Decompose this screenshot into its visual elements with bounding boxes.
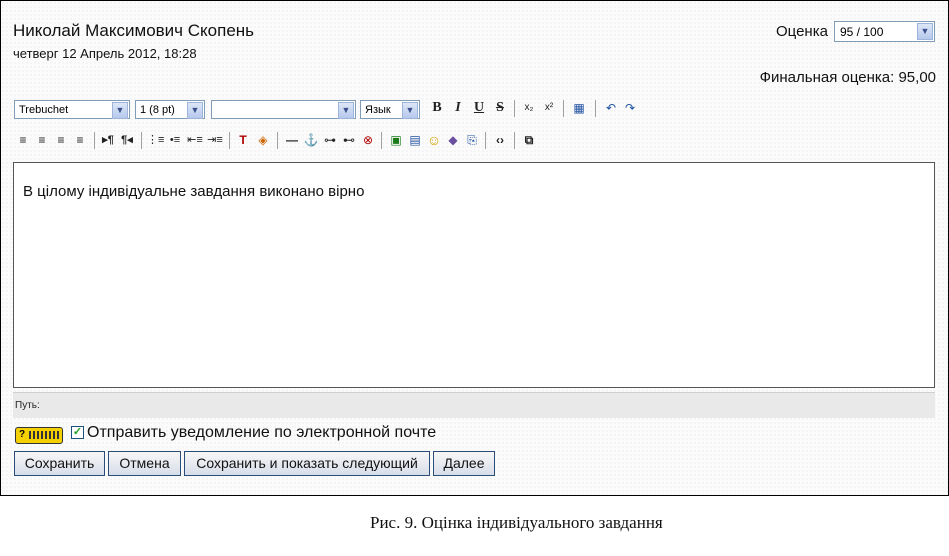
chevron-down-icon[interactable]: ▼ <box>338 102 354 119</box>
insert-table-icon[interactable]: ▤ <box>407 132 423 148</box>
redo-icon[interactable]: ↷ <box>622 100 638 116</box>
unlink-icon[interactable]: ⊷ <box>341 132 357 148</box>
grade-select[interactable]: 95 / 100 ▼ <box>834 21 935 42</box>
nolink-icon[interactable]: ⊗ <box>360 132 376 148</box>
ltr-icon[interactable]: ▸¶ <box>100 132 116 148</box>
ordered-list-icon[interactable]: ⋮≡ <box>147 132 164 148</box>
font-family-value: Trebuchet <box>19 104 69 116</box>
chevron-down-icon[interactable]: ▼ <box>112 102 128 119</box>
unordered-list-icon[interactable]: •≡ <box>167 132 183 148</box>
language-value: Язык <box>365 104 391 116</box>
smiley-icon[interactable]: ☺ <box>426 132 442 148</box>
submission-date: четверг 12 Апрель 2012, 18:28 <box>13 46 197 61</box>
text-color-icon[interactable]: T <box>235 132 251 148</box>
next-button[interactable]: Далее <box>433 451 495 476</box>
align-center-icon[interactable]: ≡ <box>34 132 50 148</box>
editor-toolbar: Trebuchet ▼ 1 (8 pt) ▼ ▼ Язык ▼ B I U S … <box>13 97 935 157</box>
insert-image-icon[interactable]: ▣ <box>388 132 404 148</box>
toolbar-divider <box>485 132 486 149</box>
toolbar-divider <box>595 100 596 117</box>
toolbar-divider <box>94 132 95 149</box>
grading-panel: Николай Максимович Скопень четверг 12 Ап… <box>0 0 949 496</box>
toolbar-divider <box>229 132 230 149</box>
outdent-icon[interactable]: ⇤≡ <box>187 132 203 148</box>
toolbar-divider <box>381 132 382 149</box>
editor-area[interactable]: В цілому індивідуальне завдання виконано… <box>13 162 935 388</box>
save-next-button[interactable]: Сохранить и показать следующий <box>184 451 430 476</box>
toolbar-divider <box>514 100 515 117</box>
italic-button[interactable]: I <box>450 100 466 116</box>
background-color-icon[interactable]: ◈ <box>255 132 271 148</box>
student-name: Николай Максимович Скопень <box>13 21 255 40</box>
search-replace-icon[interactable]: ⎘ <box>464 132 480 148</box>
chevron-down-icon[interactable]: ▼ <box>402 102 418 119</box>
align-right-icon[interactable]: ≡ <box>53 132 69 148</box>
underline-button[interactable]: U <box>471 100 487 116</box>
font-size-select[interactable]: 1 (8 pt) ▼ <box>135 100 205 119</box>
rtl-icon[interactable]: ¶◂ <box>119 132 135 148</box>
clean-word-icon[interactable]: ▦ <box>571 100 587 116</box>
grade-label: Оценка <box>776 23 828 40</box>
language-select[interactable]: Язык ▼ <box>360 100 420 119</box>
indent-icon[interactable]: ⇥≡ <box>207 132 223 148</box>
format-select[interactable]: ▼ <box>211 100 356 119</box>
notify-checkbox[interactable]: ✓ <box>71 426 84 439</box>
subscript-icon[interactable]: x₂ <box>521 100 537 116</box>
figure-caption: Рис. 9. Оцінка індивідуального завдання <box>370 513 663 532</box>
chevron-down-icon[interactable]: ▼ <box>917 23 933 40</box>
anchor-icon[interactable]: ⚓ <box>303 132 319 148</box>
toolbar-divider <box>141 132 142 149</box>
toolbar-divider <box>514 132 515 149</box>
strikethrough-button[interactable]: S <box>492 100 508 116</box>
notify-label: Отправить уведомление по электронной поч… <box>87 424 437 441</box>
save-button[interactable]: Сохранить <box>14 451 105 476</box>
link-icon[interactable]: ⊶ <box>322 132 338 148</box>
special-char-icon[interactable]: ◆ <box>445 132 461 148</box>
undo-icon[interactable]: ↶ <box>603 100 619 116</box>
final-grade: Финальная оценка: 95,00 <box>759 69 936 86</box>
html-source-icon[interactable]: ‹› <box>492 132 508 148</box>
chevron-down-icon[interactable]: ▼ <box>187 102 203 119</box>
font-family-select[interactable]: Trebuchet ▼ <box>14 100 130 119</box>
path-label: Путь: <box>15 400 40 411</box>
align-left-icon[interactable]: ≡ <box>15 132 31 148</box>
superscript-icon[interactable]: x² <box>541 100 557 116</box>
horizontal-rule-icon[interactable]: — <box>284 132 300 148</box>
toolbar-divider <box>277 132 278 149</box>
font-size-value: 1 (8 pt) <box>140 104 175 116</box>
align-justify-icon[interactable]: ≡ <box>72 132 88 148</box>
cancel-button[interactable]: Отмена <box>108 451 181 476</box>
keyboard-help-icon[interactable]: ? <box>15 427 63 444</box>
path-bar: Путь: <box>13 392 935 418</box>
toolbar-divider <box>563 100 564 117</box>
editor-content[interactable]: В цілому індивідуальне завдання виконано… <box>23 183 364 200</box>
fullscreen-icon[interactable]: ⧉ <box>521 132 537 148</box>
bold-button[interactable]: B <box>429 100 445 116</box>
grade-select-value: 95 / 100 <box>840 25 884 39</box>
